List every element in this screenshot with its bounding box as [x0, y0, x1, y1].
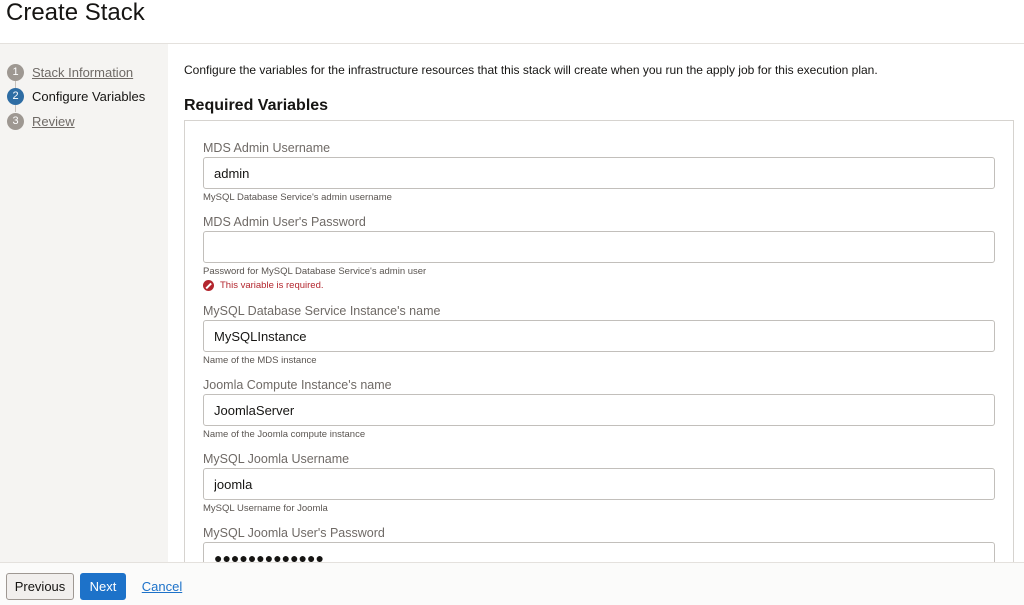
- error-icon: [203, 280, 214, 291]
- joomla-instance-name-input[interactable]: [203, 394, 995, 426]
- mds-admin-username-input[interactable]: [203, 157, 995, 189]
- joomla-password-input[interactable]: ●●●●●●●●●●●●●: [203, 542, 995, 562]
- mds-admin-password-hint: Password for MySQL Database Service's ad…: [203, 266, 427, 277]
- cancel-link[interactable]: Cancel: [140, 573, 184, 600]
- section-title: Required Variables: [184, 97, 329, 114]
- step-connector: [15, 105, 16, 112]
- mds-admin-username-hint: MySQL Database Service's admin username: [203, 192, 392, 203]
- previous-button[interactable]: Previous: [6, 573, 74, 600]
- step-configure-variables: 2 Configure Variables: [7, 87, 145, 105]
- joomla-username-input[interactable]: [203, 468, 995, 500]
- joomla-instance-name-hint: Name of the Joomla compute instance: [203, 429, 366, 440]
- mds-instance-name-label: MySQL Database Service Instance's name: [203, 304, 441, 318]
- joomla-username-label: MySQL Joomla Username: [203, 452, 350, 466]
- wizard-steps: 1 Stack Information 2 Configure Variable…: [0, 44, 168, 562]
- page-title: Create Stack: [6, 0, 145, 26]
- step-review[interactable]: 3 Review: [7, 112, 75, 130]
- joomla-password-label: MySQL Joomla User's Password: [203, 526, 385, 540]
- step-stack-information[interactable]: 1 Stack Information: [7, 63, 133, 81]
- wizard-footer: Previous Next Cancel: [0, 562, 1024, 605]
- step-label[interactable]: Stack Information: [32, 65, 133, 80]
- joomla-instance-name-label: Joomla Compute Instance's name: [203, 378, 392, 392]
- step-number: 2: [7, 87, 24, 105]
- required-variables-form: MDS Admin Username MySQL Database Servic…: [184, 120, 1014, 562]
- intro-text: Configure the variables for the infrastr…: [184, 63, 878, 77]
- next-button[interactable]: Next: [80, 573, 126, 600]
- page-header: Create Stack: [0, 0, 1024, 44]
- mds-admin-password-error: This variable is required.: [203, 280, 324, 291]
- create-stack-page: Create Stack 1 Stack Information 2 Confi…: [0, 0, 1024, 605]
- step-number: 1: [7, 63, 24, 81]
- step-label[interactable]: Review: [32, 114, 75, 129]
- mds-instance-name-input[interactable]: [203, 320, 995, 352]
- mds-admin-username-label: MDS Admin Username: [203, 141, 331, 155]
- error-message: This variable is required.: [220, 280, 324, 291]
- step-label: Configure Variables: [32, 88, 146, 104]
- step-number: 3: [7, 112, 24, 130]
- joomla-username-hint: MySQL Username for Joomla: [203, 503, 328, 514]
- mds-admin-password-label: MDS Admin User's Password: [203, 215, 366, 229]
- mds-instance-name-hint: Name of the MDS instance: [203, 355, 317, 366]
- mds-admin-password-input[interactable]: [203, 231, 995, 263]
